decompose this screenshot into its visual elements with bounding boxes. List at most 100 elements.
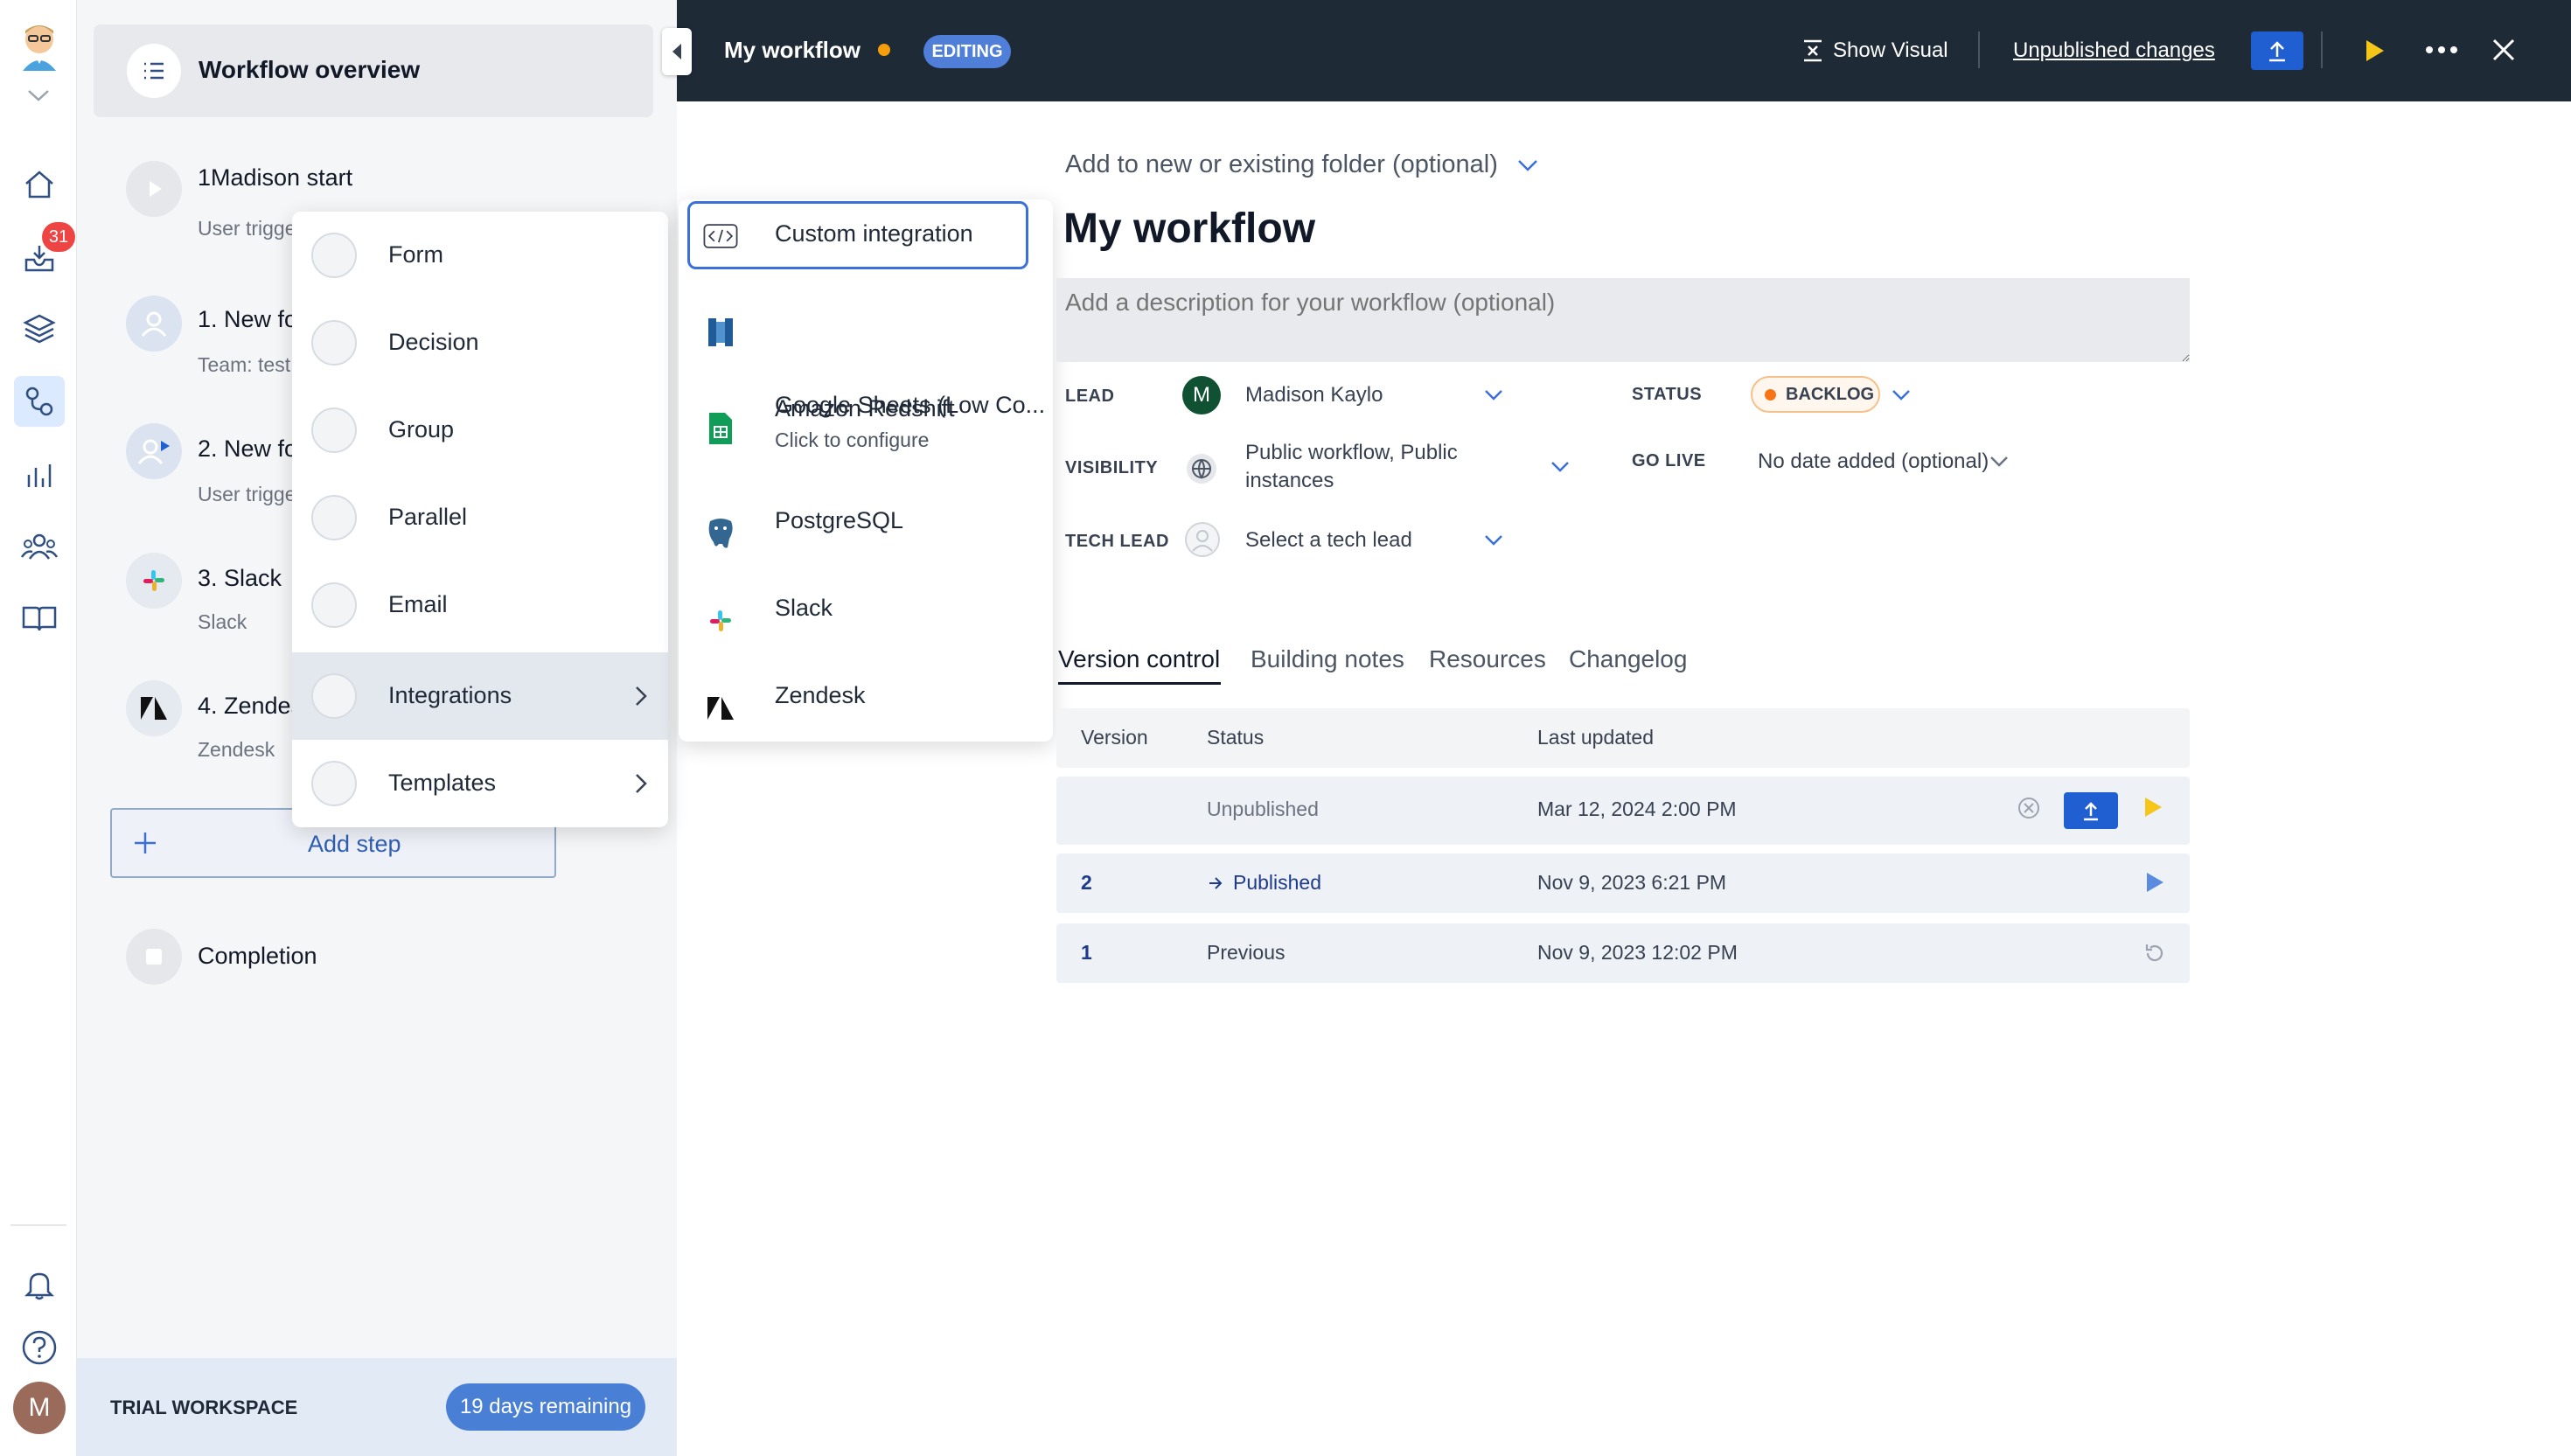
step-title[interactable]: 2. New fo: [198, 435, 297, 463]
integration-amazon-redshift[interactable]: Amazon Redshift: [679, 287, 1053, 421]
visibility-line-1[interactable]: Public workflow, Public: [1245, 441, 1458, 465]
zendesk-step-icon[interactable]: [126, 680, 182, 736]
integration-zendesk[interactable]: [679, 663, 1053, 750]
updated-cell: Mar 12, 2024 2:00 PM: [1537, 798, 1737, 820]
zendesk-icon: [703, 691, 738, 726]
run-play-icon[interactable]: [2144, 871, 2165, 894]
chevron-down-icon[interactable]: [1989, 455, 2010, 469]
workflows-icon[interactable]: [14, 376, 65, 427]
form-step-user-icon[interactable]: [126, 296, 182, 352]
completion-label[interactable]: Completion: [198, 943, 317, 970]
list-icon: [127, 44, 181, 98]
step-title[interactable]: 1. New fo: [198, 306, 297, 333]
more-options-icon[interactable]: [2424, 44, 2459, 56]
step-title[interactable]: 4. Zendes: [198, 693, 303, 720]
trial-workspace-label: TRIAL WORKSPACE: [110, 1397, 298, 1418]
publish-button[interactable]: [2251, 31, 2303, 70]
visibility-line-2[interactable]: instances: [1245, 469, 1334, 493]
slack-icon: [703, 603, 738, 638]
rail-divider: [10, 1224, 66, 1226]
table-row[interactable]: Unpublished Mar 12, 2024 2:00 PM: [1056, 777, 2190, 845]
home-icon[interactable]: [14, 159, 65, 210]
tech-lead-select[interactable]: Select a tech lead: [1245, 528, 1412, 553]
sheets-icon: [703, 411, 738, 446]
group-icon: [311, 408, 357, 453]
integration-sublabel: Click to configure: [775, 428, 930, 451]
tab-building-notes[interactable]: Building notes: [1251, 645, 1404, 673]
run-play-icon[interactable]: [2142, 796, 2163, 819]
step-subtitle: Slack: [198, 610, 247, 633]
table-row[interactable]: 1 Previous Nov 9, 2023 12:02 PM: [1056, 923, 2190, 983]
collapse-panel-button[interactable]: [662, 28, 692, 75]
close-icon[interactable]: [2491, 37, 2517, 63]
menu-item-group[interactable]: Group: [292, 387, 668, 474]
tab-resources[interactable]: Resources: [1429, 645, 1546, 673]
restore-icon[interactable]: [2142, 941, 2167, 965]
chevron-down-icon[interactable]: [1483, 388, 1504, 402]
integrations-icon: [311, 673, 357, 719]
menu-item-parallel[interactable]: Parallel: [292, 474, 668, 561]
integration-label: Zendesk: [775, 682, 866, 708]
chevron-down-icon[interactable]: [1550, 460, 1571, 474]
team-icon[interactable]: [14, 521, 65, 572]
menu-item-templates[interactable]: Templates: [292, 740, 668, 827]
status-badge[interactable]: BACKLOG: [1751, 376, 1880, 413]
menu-item-form[interactable]: Form: [292, 212, 668, 299]
go-live-label: GO LIVE: [1632, 451, 1706, 470]
tab-version-control[interactable]: Version control: [1058, 645, 1220, 673]
start-step-play-icon[interactable]: [126, 161, 182, 217]
folder-select[interactable]: Add to new or existing folder (optional): [1065, 150, 1498, 179]
decision-icon: [311, 320, 357, 366]
slack-step-icon[interactable]: [126, 553, 182, 609]
integration-label: Google Sheets (Low Co...: [775, 392, 1046, 418]
email-icon: [311, 582, 357, 628]
chevron-down-icon[interactable]: [1516, 157, 1539, 173]
step-title[interactable]: 3. Slack: [198, 565, 282, 592]
run-play-icon[interactable]: [2363, 38, 2386, 63]
upload-icon: [2084, 802, 2098, 821]
status-dot: [1765, 389, 1776, 401]
show-visual-button[interactable]: Show Visual: [1833, 38, 1948, 63]
parallel-icon: [311, 495, 357, 540]
menu-item-integrations[interactable]: Integrations: [292, 652, 668, 740]
visual-icon: [1801, 38, 1824, 63]
updated-cell: Nov 9, 2023 6:21 PM: [1537, 871, 1727, 894]
book-icon[interactable]: [14, 593, 65, 644]
user-avatar[interactable]: M: [13, 1382, 66, 1434]
status-cell: Unpublished: [1207, 798, 1319, 820]
lead-select[interactable]: Madison Kaylo: [1245, 383, 1383, 408]
updated-cell: Nov 9, 2023 12:02 PM: [1537, 941, 1738, 964]
chevron-down-icon[interactable]: [26, 87, 51, 103]
description-input[interactable]: [1056, 278, 2190, 362]
arrow-right-icon: [1207, 874, 1224, 892]
menu-item-decision[interactable]: Decision: [292, 299, 668, 387]
go-live-select[interactable]: No date added (optional): [1758, 449, 1989, 474]
upload-icon: [2269, 41, 2285, 62]
workflow-overview-item[interactable]: Workflow overview: [94, 24, 653, 117]
layers-icon[interactable]: [14, 303, 65, 353]
custom-integration-focus-ring: [687, 201, 1028, 269]
tab-changelog[interactable]: Changelog: [1569, 645, 1687, 673]
completion-stop-icon[interactable]: [126, 929, 182, 985]
publish-version-button[interactable]: [2064, 792, 2118, 829]
chevron-down-icon[interactable]: [1483, 533, 1504, 547]
table-row[interactable]: 2 Published Nov 9, 2023 6:21 PM: [1056, 853, 2190, 913]
workspace-logo-icon[interactable]: [14, 21, 65, 72]
days-remaining-button[interactable]: 19 days remaining: [446, 1383, 645, 1431]
step-title[interactable]: 1Madison start: [198, 164, 352, 192]
menu-item-email[interactable]: Email: [292, 561, 668, 649]
analytics-icon[interactable]: [14, 449, 65, 500]
bell-icon[interactable]: [14, 1259, 65, 1310]
integration-google-sheets[interactable]: [679, 374, 1053, 470]
help-icon[interactable]: [14, 1322, 65, 1373]
menu-item-label: Templates: [388, 770, 497, 796]
discard-icon[interactable]: [2017, 796, 2041, 820]
topbar-divider: [1978, 31, 1980, 68]
lead-label: LEAD: [1065, 387, 1115, 406]
chevron-down-icon[interactable]: [1891, 388, 1912, 402]
form-step-user-play-icon[interactable]: [126, 423, 182, 479]
unpublished-changes-link[interactable]: Unpublished changes: [2013, 38, 2215, 63]
page-title[interactable]: My workflow: [1063, 205, 1315, 253]
integration-slack[interactable]: [679, 575, 1053, 663]
caret-left-icon: [672, 44, 681, 59]
